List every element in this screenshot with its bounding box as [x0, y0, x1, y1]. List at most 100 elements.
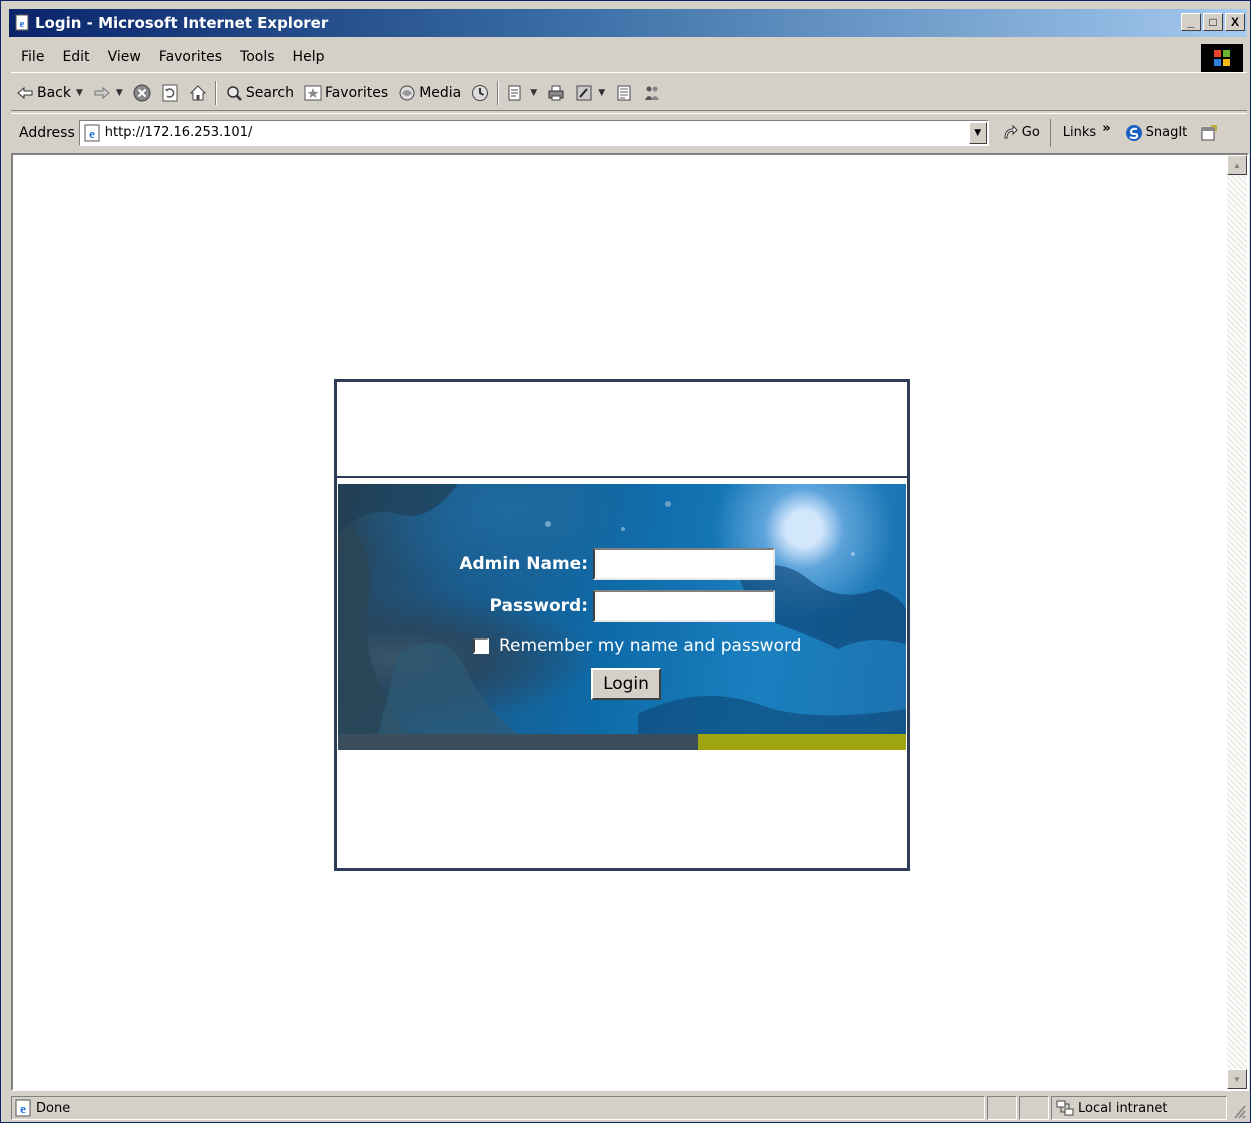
remember-row: Remember my name and password: [473, 636, 801, 656]
back-arrow-icon: [17, 86, 33, 99]
password-input[interactable]: [593, 590, 775, 622]
local-intranet-icon: [1056, 1100, 1074, 1116]
standard-toolbar: Back ▼ ▼ Search Favorites Media ▼ ▼: [11, 75, 1247, 111]
messenger-button[interactable]: [638, 79, 666, 107]
status-pane: [1019, 1096, 1049, 1120]
back-button[interactable]: Back ▼: [11, 79, 88, 107]
home-button[interactable]: [184, 79, 212, 107]
print-button[interactable]: [542, 79, 570, 107]
media-label: Media: [419, 84, 462, 101]
password-label: Password:: [489, 596, 588, 616]
messenger-icon: [645, 86, 660, 100]
address-bar: Address e http://172.16.253.101/ ▼ Go Li…: [11, 113, 1247, 151]
refresh-icon: [162, 84, 178, 101]
printer-icon: [548, 85, 564, 100]
menu-help[interactable]: Help: [284, 49, 334, 65]
address-input[interactable]: e http://172.16.253.101/ ▼: [78, 119, 989, 146]
links-label: Links: [1062, 125, 1097, 140]
header-divider: [337, 476, 907, 478]
discuss-button[interactable]: [610, 79, 638, 107]
svg-text:e: e: [20, 1101, 26, 1116]
back-dropdown-icon[interactable]: ▼: [76, 88, 83, 98]
close-button[interactable]: X: [1225, 13, 1245, 31]
refresh-button[interactable]: [156, 79, 184, 107]
menu-favorites[interactable]: Favorites: [150, 49, 231, 65]
snagit-icon: [1125, 124, 1142, 141]
forward-arrow-icon: [94, 86, 110, 99]
search-button[interactable]: Search: [220, 79, 299, 107]
history-button[interactable]: [466, 79, 494, 107]
security-zone-pane: Local intranet: [1051, 1096, 1227, 1120]
go-button[interactable]: Go: [989, 118, 1051, 147]
login-button-row: Login: [591, 668, 661, 700]
edit-button[interactable]: ▼: [570, 79, 610, 107]
windows-logo-icon: [1201, 44, 1243, 72]
remember-checkbox[interactable]: [473, 638, 489, 654]
login-button[interactable]: Login: [591, 668, 661, 700]
go-label: Go: [1021, 125, 1040, 140]
links-toolbar[interactable]: Links »: [1051, 119, 1117, 147]
title-bar: e Login - Microsoft Internet Explorer _ …: [9, 9, 1247, 37]
snagit-capture-button[interactable]: [1195, 119, 1223, 147]
ie-document-icon: e: [15, 14, 29, 31]
maximize-button[interactable]: □: [1203, 13, 1223, 31]
svg-text:e: e: [20, 18, 25, 30]
login-panel: Admin Name: Password: Remember my name a…: [334, 379, 910, 871]
snagit-label: SnagIt: [1145, 125, 1188, 140]
menu-view[interactable]: View: [99, 49, 150, 65]
toolbar-separator: [214, 80, 217, 105]
minimize-button[interactable]: _: [1181, 13, 1201, 31]
go-arrow-icon: [1004, 124, 1018, 138]
search-label: Search: [245, 84, 294, 101]
menu-file[interactable]: File: [11, 49, 53, 65]
mail-dropdown-icon[interactable]: ▼: [530, 88, 537, 98]
vertical-scrollbar[interactable]: ▲ ▼: [1227, 155, 1247, 1089]
forward-dropdown-icon[interactable]: ▼: [116, 88, 123, 98]
footer-stripe-dark: [338, 734, 698, 750]
menu-edit[interactable]: Edit: [53, 49, 98, 65]
history-icon: [472, 84, 489, 101]
media-icon: [399, 85, 415, 100]
status-text: Done: [36, 1100, 71, 1116]
address-dropdown-icon[interactable]: ▼: [968, 121, 987, 144]
media-button[interactable]: Media: [393, 79, 466, 107]
toolbar-separator: [497, 80, 500, 105]
menu-bar: File Edit View Favorites Tools Help: [11, 41, 1247, 73]
snagit-button[interactable]: SnagIt: [1117, 124, 1196, 142]
home-icon: [189, 84, 207, 100]
ie-page-icon: e: [15, 1099, 31, 1117]
page-content: Admin Name: Password: Remember my name a…: [11, 153, 1249, 1091]
login-banner: Admin Name: Password: Remember my name a…: [338, 484, 906, 734]
capture-window-icon: [1201, 124, 1217, 140]
search-icon: [227, 85, 242, 101]
svg-text:e: e: [89, 126, 95, 141]
edit-dropdown-icon[interactable]: ▼: [598, 88, 605, 98]
status-pane: [987, 1096, 1017, 1120]
scroll-down-button[interactable]: ▼: [1227, 1069, 1247, 1089]
edit-page-icon: [576, 85, 592, 100]
admin-name-label: Admin Name:: [459, 554, 588, 574]
ie-page-icon: e: [84, 124, 100, 141]
scroll-up-button[interactable]: ▲: [1227, 155, 1247, 175]
remember-label: Remember my name and password: [499, 636, 802, 656]
favorites-label: Favorites: [324, 84, 389, 101]
back-label: Back: [37, 84, 71, 101]
resize-grip-icon[interactable]: [1229, 1096, 1247, 1120]
status-bar: e Done Local intranet: [11, 1095, 1247, 1121]
status-main-pane: e Done: [11, 1096, 985, 1120]
browser-window: e Login - Microsoft Internet Explorer _ …: [0, 0, 1251, 1123]
admin-name-row: Admin Name:: [438, 548, 775, 580]
admin-name-input[interactable]: [593, 548, 775, 580]
stop-button[interactable]: [128, 79, 156, 107]
address-label: Address: [19, 124, 75, 141]
forward-button[interactable]: ▼: [88, 79, 128, 107]
favorites-button[interactable]: Favorites: [299, 79, 393, 107]
mail-button[interactable]: ▼: [502, 79, 542, 107]
links-chevron-icon[interactable]: »: [1102, 121, 1110, 136]
password-row: Password:: [438, 590, 775, 622]
favorites-star-icon: [304, 85, 322, 100]
menu-tools[interactable]: Tools: [231, 49, 284, 65]
stop-icon: [133, 84, 151, 101]
discuss-icon: [617, 85, 631, 100]
mail-icon: [508, 85, 521, 100]
